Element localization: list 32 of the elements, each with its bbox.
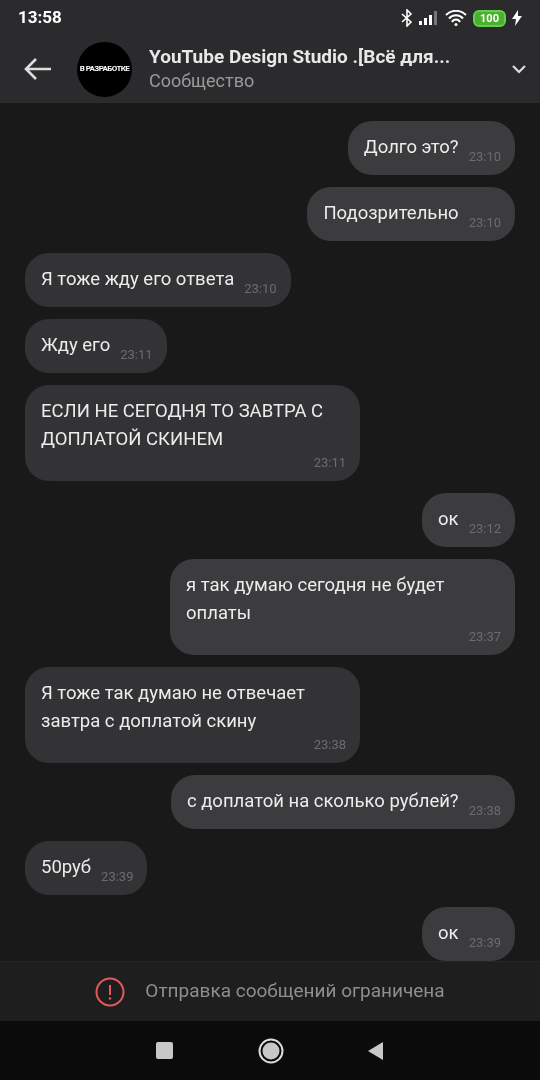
recent-apps-button[interactable] [156, 1041, 174, 1060]
restriction-notice: Отправка сообщений ограничена [145, 978, 445, 1005]
status-time: 13:58 [18, 6, 62, 30]
message-text: 50руб [41, 854, 92, 880]
back-button[interactable] [368, 1041, 384, 1060]
chevron-down-icon[interactable] [512, 64, 526, 74]
home-button[interactable] [258, 1037, 284, 1064]
message-text: ЕСЛИ НЕ СЕГОДНЯ ТО ЗАВТРА С ДОПЛАТОЙ СКИНЕМ [41, 398, 325, 452]
warning-icon [95, 976, 126, 1007]
message-time: 23:11 [119, 347, 153, 362]
message-text: Я тоже жду его ответа [41, 266, 235, 292]
message-text: с доплатой на сколько рублей? [186, 788, 459, 814]
bluetooth-icon [401, 9, 414, 28]
charging-icon [512, 10, 522, 27]
message-time: 23:10 [243, 281, 277, 296]
battery-indicator: 100 [473, 9, 506, 27]
message-text: Я тоже так думаю не отвечает завтра с доплатой скину [41, 680, 306, 734]
message-text: Жду его [41, 332, 111, 358]
avatar-label: В РАЗРАБОТКЕ [79, 65, 130, 74]
message-time: 23:39 [100, 869, 134, 884]
message-text: ок [438, 506, 459, 532]
chat-title: YouTube Design Studio .[Всё для... [149, 45, 452, 70]
chat-subtitle: Сообщество [149, 69, 256, 94]
wifi-icon [445, 10, 468, 27]
message-time: 23:11 [312, 455, 346, 470]
signal-icon [419, 11, 440, 26]
back-arrow-icon[interactable] [24, 57, 52, 82]
message-text: ок [438, 920, 459, 946]
message-text: я так думаю сегодня не будет оплаты [186, 572, 446, 626]
message-text: Подозрительно [323, 200, 459, 226]
message-text: Долго это? [363, 134, 459, 160]
message-time: 23:38 [312, 737, 346, 752]
